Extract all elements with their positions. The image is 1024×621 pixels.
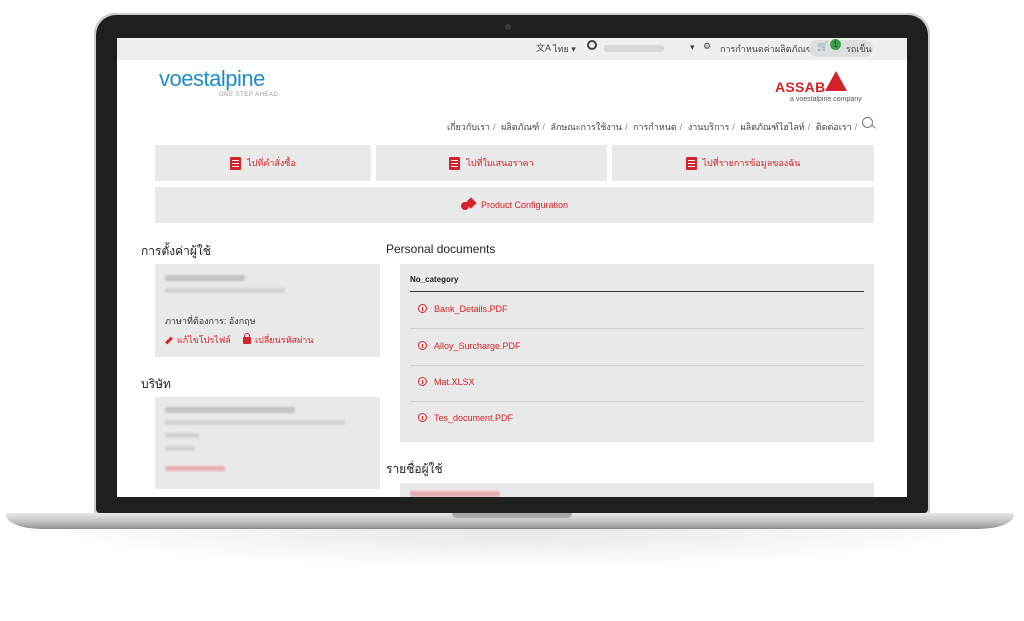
product-config-icon [460,199,475,211]
user-menu-caret[interactable]: ▾ [690,42,695,53]
go-to-favorites-label: ไปที่รายการข้อมูลของฉัน [702,158,801,168]
cart-count-badge: 1 [830,39,841,50]
laptop-notch [452,513,572,518]
user-list-title: รายชื่อผู้ใช้ [386,462,443,476]
document-link[interactable]: Tes_document.PDF [434,413,513,423]
camera-icon [505,24,511,30]
document-icon [230,156,242,170]
document-row[interactable]: Mat.XLSX [410,365,864,402]
main-nav: เกี่ยวกับเรา / ผลิตภัณฑ์ / ลักษณะการใช้งาน… [447,122,858,132]
language-selector[interactable]: ไทย ▾ [553,42,576,56]
top-utility-bar: 文A ไทย ▾ ▾ ⚙ การกำหนดค่าผลิตภัณฑ์ 🛒 1 รถ… [117,38,907,60]
search-icon[interactable] [862,117,873,128]
user-list-panel [400,483,874,497]
company-title: บริษัท [141,377,171,391]
nav-item-configure[interactable]: การกำหนด [633,122,677,132]
cart-label[interactable]: รถเข็น [846,42,872,56]
logo-tagline: ONE STEP AHEAD. [219,92,281,98]
nav-item-contact[interactable]: ติดต่อเรา [816,122,852,132]
product-configuration-tile[interactable]: Product Configuration [155,187,874,223]
document-icon [449,156,461,170]
edit-profile-label: แก้ไขโปรไฟล์ [177,335,231,345]
change-password-link[interactable]: เปลี่ยนรหัสผ่าน [243,333,313,347]
translate-icon[interactable]: 文A [536,41,551,54]
user-settings-panel: ภาษาที่ต้องการ: อังกฤษ แก้ไขโปรไฟล์ เปลี… [155,264,380,357]
user-icon[interactable] [587,40,597,50]
personal-documents-panel: No_category Bank_Details.PDF Alloy_Surch… [400,264,874,442]
personal-documents-title: Personal documents [386,242,496,256]
download-icon [418,304,427,313]
product-config-icon[interactable]: ⚙ [703,41,711,52]
cart-icon[interactable]: 🛒 [817,41,828,52]
preferred-language: ภาษาที่ต้องการ: อังกฤษ [165,316,256,326]
document-row[interactable]: Bank_Details.PDF [410,292,864,329]
nav-item-products[interactable]: ผลิตภัณฑ์ [501,122,539,132]
nav-item-services[interactable]: งานบริการ [688,122,729,132]
go-to-quotes-tile[interactable]: ไปที่ใบเสนอราคา [376,145,607,181]
go-to-orders-tile[interactable]: ไปที่คำสั่งซื้อ [155,145,371,181]
document-link[interactable]: Bank_Details.PDF [434,304,508,314]
nav-item-about[interactable]: เกี่ยวกับเรา [447,122,490,132]
assab-logo[interactable]: ASSAB [775,79,826,95]
user-name-blurred[interactable] [604,45,664,52]
company-name-blurred [165,407,295,413]
user-list-item-blurred[interactable] [410,491,500,497]
document-category-header: No_category [410,275,459,284]
company-city-blurred [165,433,199,438]
voestalpine-logo[interactable]: voestalpine [159,66,265,92]
pencil-icon [165,336,173,345]
product-config-link[interactable]: การกำหนดค่าผลิตภัณฑ์ [720,42,813,56]
go-to-orders-label: ไปที่คำสั่งซื้อ [247,158,296,168]
product-configuration-label: Product Configuration [480,200,569,210]
company-country-blurred [165,446,195,451]
company-change-link-blurred[interactable] [165,466,225,471]
edit-profile-link[interactable]: แก้ไขโปรไฟล์ [165,333,231,347]
download-icon [418,341,427,350]
lock-icon [243,333,251,345]
download-icon [418,413,427,422]
change-password-label: เปลี่ยนรหัสผ่าน [255,335,314,345]
document-icon [685,156,697,170]
user-settings-title: การตั้งค่าผู้ใช้ [141,244,211,258]
company-address-blurred [165,420,345,425]
assab-triangle-icon [825,71,847,91]
go-to-quotes-label: ไปที่ใบเสนอราคา [466,158,534,168]
user-name-blurred [165,275,245,281]
document-link[interactable]: Alloy_Surcharge.PDF [434,341,521,351]
company-panel [155,397,380,489]
nav-item-highlights[interactable]: ผลิตภัณฑ์ไฮไลท์ [740,122,804,132]
nav-item-applications[interactable]: ลักษณะการใช้งาน [550,122,622,132]
document-link[interactable]: Mat.XLSX [434,377,475,387]
browser-screen: 文A ไทย ▾ ▾ ⚙ การกำหนดค่าผลิตภัณฑ์ 🛒 1 รถ… [117,38,907,497]
download-icon [418,377,427,386]
go-to-favorites-tile[interactable]: ไปที่รายการข้อมูลของฉัน [612,145,874,181]
user-email-blurred [165,288,285,293]
laptop-shadow [30,528,994,568]
assab-subtitle: a voestalpine company [790,96,862,103]
document-row[interactable]: Tes_document.PDF [410,401,864,437]
document-row[interactable]: Alloy_Surcharge.PDF [410,329,864,366]
